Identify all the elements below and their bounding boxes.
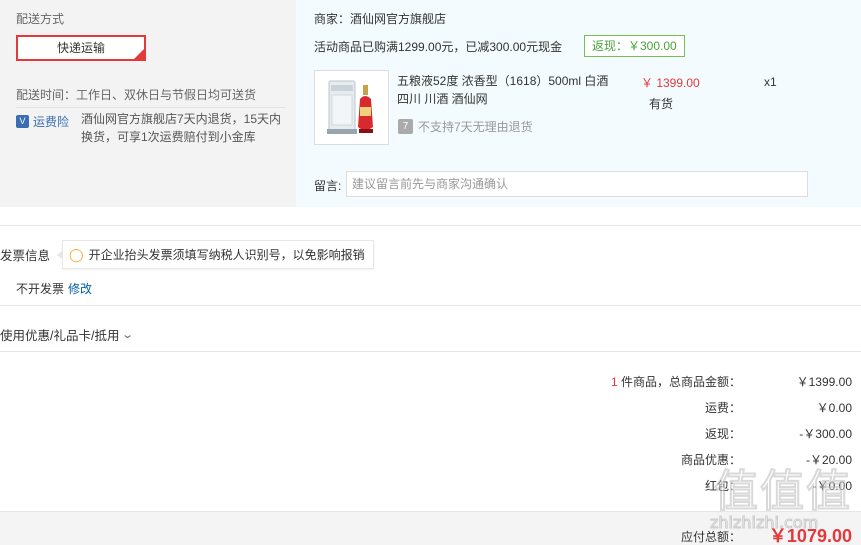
product-price: ￥ 1399.00 [641,76,700,90]
stock-status: 有货 [649,97,674,111]
rebate-label: 返现： [704,427,741,441]
freight-insurance-badge[interactable]: V 运费险 [16,113,69,130]
shipping-title: 配送方式 [16,12,65,26]
divider [0,351,861,352]
divider [0,225,861,226]
shipping-time: 配送时间：工作日、双休日与节假日均可送货 [16,88,257,102]
coupon-toggle[interactable]: 使用优惠/礼品卡/抵用 ⌄ [0,325,135,344]
shipping-method-label: 快递运输 [56,41,105,55]
freight-insurance-label: 运费险 [33,115,70,129]
lightbulb-icon: ◯ [69,246,84,262]
coupon-label: 使用优惠/礼品卡/抵用 [0,329,120,343]
product-thumbnail[interactable] [314,70,389,145]
item-count: 1 [610,375,618,389]
shipping-and-seller-section: 配送方式 快递运输 配送时间：工作日、双休日与节假日均可送货 V 运费险 酒仙网… [0,0,861,207]
remark-label: 留言: [314,179,342,193]
freight-value: ￥0.00 [816,401,852,415]
remark-input[interactable] [346,171,808,197]
freight-label: 运费： [704,401,741,415]
goods-total-value: ￥1399.00 [796,375,852,389]
rebate-value: -￥300.00 [799,427,852,441]
red-packet-value: -￥0.00 [812,479,852,493]
red-packet-label: 红包： [704,479,741,493]
goods-total-label: 1 件商品，总商品金额： [611,373,741,390]
chevron-down-icon: ⌄ [121,329,135,341]
invoice-edit-link[interactable]: 修改 [68,280,92,297]
promo-text: 活动商品已购满1299.00元，已减300.00元现金 [314,40,563,54]
no-return-notice: 7 不支持7天无理由退货 [398,118,533,135]
divider [16,107,286,108]
seller-name: 商家：酒仙网官方旗舰店 [314,12,447,26]
order-footer: 应付总额： ￥1079.00 [0,511,861,545]
invoice-title: 发票信息 [0,249,51,263]
rebate-tag: 返现：￥300.00 [584,35,685,57]
invoice-tip: ◯ 开企业抬头发票须填写纳税人识别号，以免影响报销 [57,240,374,269]
goods-total-text: 件商品，总商品金额： [617,375,741,389]
liquor-bottle-icon [315,71,388,144]
shipping-method-option[interactable]: 快递运输 [16,35,146,61]
divider [0,305,861,306]
total-value: ￥1079.00 [768,526,852,545]
total-label: 应付总额： [680,530,741,544]
invoice-status: 不开发票 [16,282,65,296]
no-return-icon: 7 [398,119,413,134]
shield-icon: V [16,115,29,128]
product-quantity: x1 [764,75,777,89]
invoice-tip-text: 开企业抬头发票须填写纳税人识别号，以免影响报销 [88,248,365,262]
discount-label: 商品优惠： [680,453,741,467]
freight-insurance-text: 酒仙网官方旗舰店7天内退货，15天内换货，可享1次运费赔付到小金库 [81,112,282,144]
selected-corner-icon [134,49,144,59]
no-return-text: 不支持7天无理由退货 [418,120,533,134]
discount-value: -￥20.00 [805,453,852,467]
shipping-panel [0,0,296,207]
product-name[interactable]: 五粮液52度 浓香型（1618）500ml 白酒 四川 川酒 酒仙网 [397,72,622,108]
